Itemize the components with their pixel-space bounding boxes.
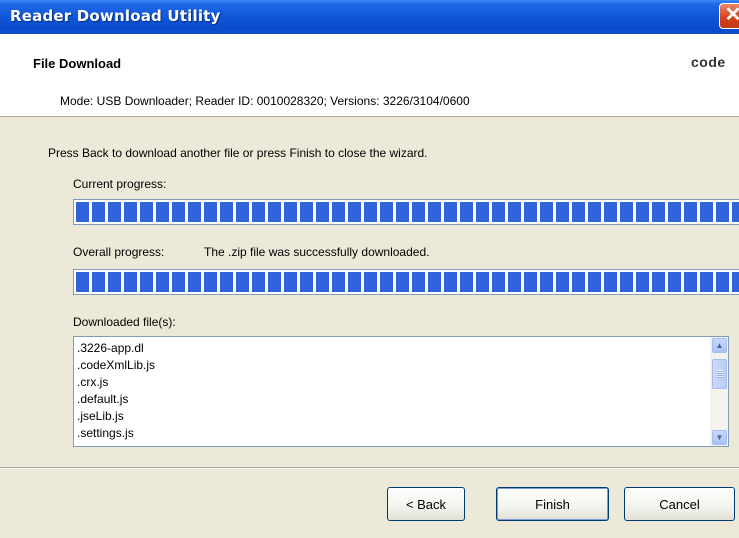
- list-item[interactable]: .settings.js: [77, 425, 155, 442]
- list-item[interactable]: .3226-app.dl: [77, 340, 155, 357]
- overall-progress-bar: [73, 269, 739, 295]
- overall-progress-fill: [76, 272, 739, 292]
- scroll-thumb[interactable]: [712, 359, 727, 389]
- brand-logo: code: [691, 54, 726, 70]
- footer-divider: [0, 467, 739, 469]
- current-progress-fill: [76, 202, 739, 222]
- close-icon[interactable]: ✕: [719, 3, 739, 29]
- window-title: Reader Download Utility: [10, 7, 221, 25]
- cancel-button[interactable]: Cancel: [624, 487, 735, 521]
- current-progress-bar: [73, 199, 739, 225]
- list-item[interactable]: .jseLib.js: [77, 408, 155, 425]
- downloaded-files-label: Downloaded file(s):: [73, 315, 176, 329]
- instruction-text: Press Back to download another file or p…: [48, 146, 428, 160]
- grip-icon: [717, 370, 723, 378]
- list-item[interactable]: .default.js: [77, 391, 155, 408]
- downloaded-files-list[interactable]: .3226-app.dl .codeXmlLib.js .crx.js .def…: [73, 336, 729, 447]
- dialog-window: Reader Download Utility ✕ File Download …: [0, 0, 739, 538]
- title-bar[interactable]: Reader Download Utility ✕: [0, 0, 739, 34]
- back-button[interactable]: < Back: [387, 487, 465, 521]
- overall-progress-status: The .zip file was successfully downloade…: [204, 245, 430, 259]
- mode-info: Mode: USB Downloader; Reader ID: 0010028…: [60, 94, 470, 108]
- page-title: File Download: [33, 56, 122, 71]
- list-scrollbar[interactable]: ▲ ▼: [710, 337, 728, 446]
- list-item[interactable]: .codeXmlLib.js: [77, 357, 155, 374]
- wizard-header: File Download code Mode: USB Downloader;…: [0, 34, 739, 117]
- overall-progress-label: Overall progress:: [73, 245, 165, 259]
- finish-button[interactable]: Finish: [496, 487, 609, 521]
- chevron-down-icon[interactable]: ▼: [712, 430, 727, 445]
- chevron-up-icon[interactable]: ▲: [712, 338, 727, 353]
- current-progress-label: Current progress:: [73, 177, 167, 191]
- list-item[interactable]: .crx.js: [77, 374, 155, 391]
